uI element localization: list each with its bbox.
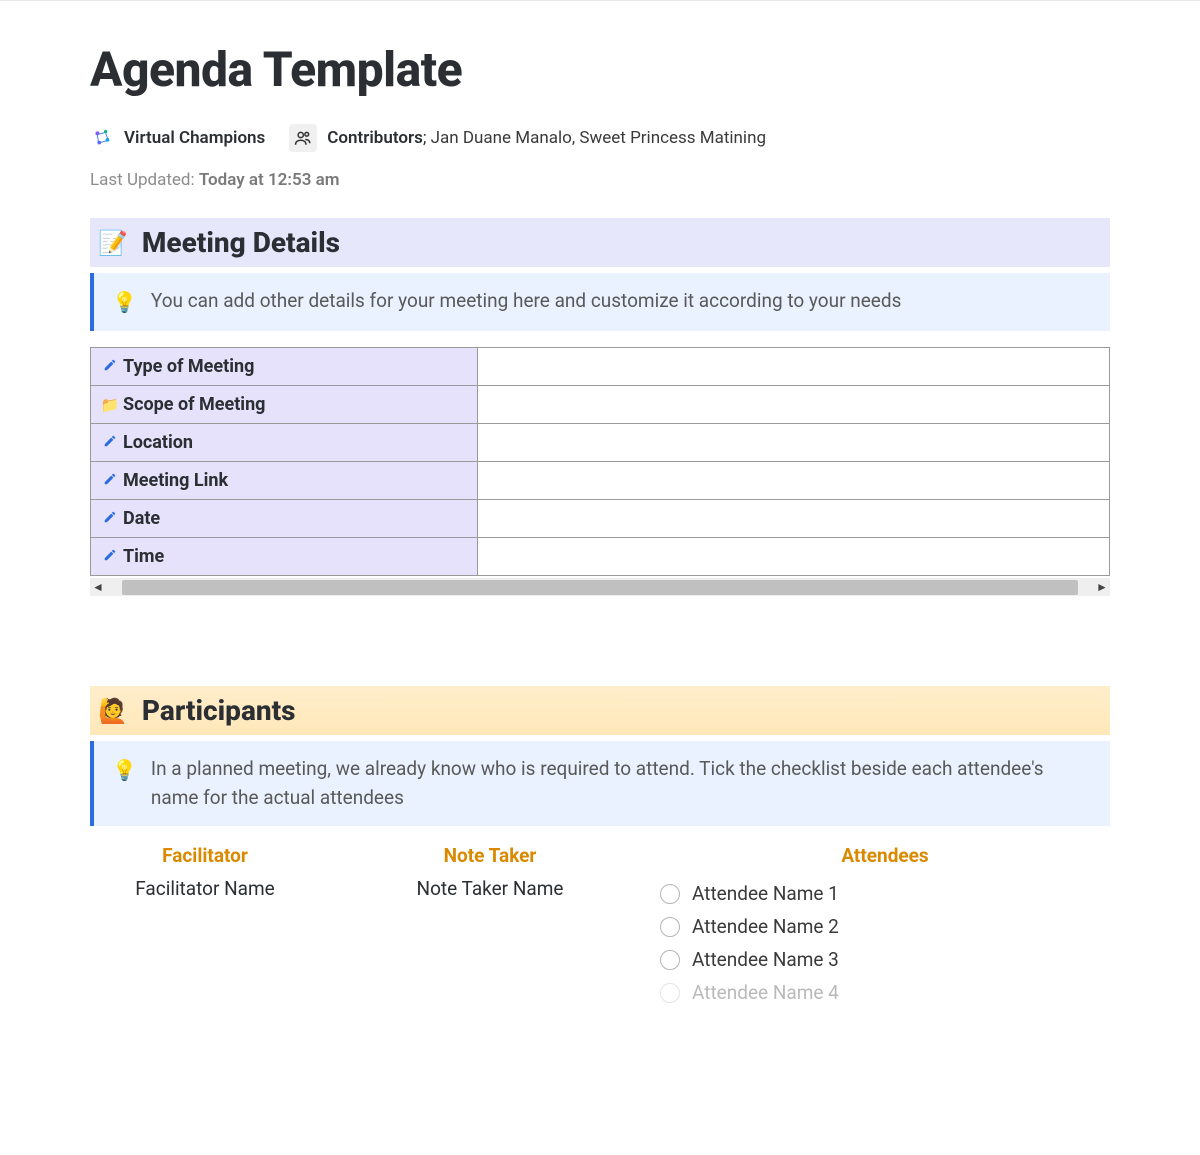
- attendee-name[interactable]: Attendee Name 2: [692, 915, 839, 938]
- contributors-icon: [289, 124, 317, 152]
- row-label: Meeting Link: [123, 470, 228, 491]
- attendee-checkbox[interactable]: [660, 983, 680, 1003]
- table-row: Type of Meeting: [91, 348, 1110, 386]
- pencil-icon: [101, 472, 119, 486]
- row-label: Location: [123, 432, 193, 453]
- horizontal-scrollbar[interactable]: ◄ ►: [90, 578, 1110, 596]
- table-row: Date: [91, 500, 1110, 538]
- note-taker-column: Note Taker Note Taker Name: [360, 844, 620, 1009]
- participants-tip: 💡 In a planned meeting, we already know …: [90, 741, 1110, 826]
- attendee-checkbox[interactable]: [660, 950, 680, 970]
- scroll-right-icon[interactable]: ►: [1094, 580, 1110, 594]
- facilitator-name[interactable]: Facilitator Name: [90, 877, 320, 900]
- pencil-icon: [101, 510, 119, 524]
- attendee-name[interactable]: Attendee Name 3: [692, 948, 839, 971]
- workspace-name: Virtual Champions: [124, 128, 265, 148]
- participants-header: 🙋 Participants: [90, 686, 1110, 735]
- participants-title: Participants: [142, 694, 296, 727]
- participants-grid: Facilitator Facilitator Name Note Taker …: [90, 844, 1110, 1009]
- facilitator-column: Facilitator Facilitator Name: [90, 844, 320, 1009]
- attendee-checkbox[interactable]: [660, 884, 680, 904]
- meta-row: Virtual Champions Contributors; Jan Duan…: [90, 124, 1110, 152]
- scroll-track[interactable]: [122, 580, 1078, 595]
- table-value-cell[interactable]: [478, 462, 1110, 500]
- list-item: Attendee Name 1: [660, 877, 1110, 910]
- meeting-details-tip: 💡 You can add other details for your mee…: [90, 273, 1110, 331]
- note-taker-head: Note Taker: [360, 844, 620, 867]
- meeting-details-header: 📝 Meeting Details: [90, 218, 1110, 267]
- table-label-cell: Time: [91, 538, 478, 576]
- table-value-cell[interactable]: [478, 348, 1110, 386]
- spacer: [90, 596, 1110, 686]
- attendees-head: Attendees: [660, 844, 1110, 867]
- meeting-details-title: Meeting Details: [142, 226, 340, 259]
- meeting-details-tbody: Type of Meeting 📁Scope of Meeting Location…: [91, 348, 1110, 576]
- table-row: Location: [91, 424, 1110, 462]
- list-item: Attendee Name 2: [660, 910, 1110, 943]
- raising-hand-icon: 🙋: [98, 697, 128, 725]
- row-label: Date: [123, 508, 160, 529]
- scroll-left-icon[interactable]: ◄: [90, 580, 106, 594]
- attendee-name[interactable]: Attendee Name 1: [692, 882, 839, 905]
- last-updated: Last Updated: Today at 12:53 am: [90, 170, 1110, 190]
- table-label-cell: Meeting Link: [91, 462, 478, 500]
- meeting-details-tip-text: You can add other details for your meeti…: [151, 287, 902, 316]
- list-item: Attendee Name 3: [660, 943, 1110, 976]
- pencil-icon: [101, 434, 119, 448]
- table-row: Meeting Link: [91, 462, 1110, 500]
- note-taker-name[interactable]: Note Taker Name: [360, 877, 620, 900]
- contributors-text: Contributors; Jan Duane Manalo, Sweet Pr…: [327, 128, 766, 148]
- lightbulb-icon: 💡: [112, 755, 137, 785]
- table-label-cell: Date: [91, 500, 478, 538]
- row-label: Type of Meeting: [123, 356, 254, 377]
- row-label: Scope of Meeting: [123, 394, 265, 415]
- list-item: Attendee Name 4: [660, 976, 1110, 1009]
- attendees-column: Attendees Attendee Name 1 Attendee Name 2…: [660, 844, 1110, 1009]
- meeting-details-table: Type of Meeting 📁Scope of Meeting Location…: [90, 347, 1110, 576]
- contributors-label: Contributors: [327, 128, 423, 148]
- workspace-chip[interactable]: Virtual Champions: [90, 126, 265, 150]
- page-title: Agenda Template: [90, 41, 1110, 98]
- memo-icon: 📝: [98, 229, 128, 257]
- table-value-cell[interactable]: [478, 386, 1110, 424]
- pencil-icon: [101, 548, 119, 562]
- table-row: Time: [91, 538, 1110, 576]
- table-value-cell[interactable]: [478, 500, 1110, 538]
- last-updated-label: Last Updated:: [90, 170, 195, 190]
- attendee-name[interactable]: Attendee Name 4: [692, 981, 839, 1004]
- table-label-cell: Type of Meeting: [91, 348, 478, 386]
- table-row: 📁Scope of Meeting: [91, 386, 1110, 424]
- lightbulb-icon: 💡: [112, 287, 137, 317]
- attendee-checkbox[interactable]: [660, 917, 680, 937]
- participants-tip-text: In a planned meeting, we already know wh…: [151, 755, 1092, 812]
- table-label-cell: 📁Scope of Meeting: [91, 386, 478, 424]
- folder-icon: 📁: [101, 396, 119, 414]
- facilitator-head: Facilitator: [90, 844, 320, 867]
- row-label: Time: [123, 546, 164, 567]
- page: Agenda Template Virtual Champions: [0, 1, 1200, 1009]
- table-label-cell: Location: [91, 424, 478, 462]
- table-value-cell[interactable]: [478, 538, 1110, 576]
- pencil-icon: [101, 358, 119, 372]
- contributors-chip[interactable]: Contributors; Jan Duane Manalo, Sweet Pr…: [289, 124, 766, 152]
- contributors-names: Jan Duane Manalo, Sweet Princess Matinin…: [431, 128, 766, 148]
- workspace-icon: [90, 126, 114, 150]
- last-updated-value: Today at 12:53 am: [199, 170, 340, 190]
- table-value-cell[interactable]: [478, 424, 1110, 462]
- attendees-list: Attendee Name 1 Attendee Name 2 Attendee N…: [660, 877, 1110, 1009]
